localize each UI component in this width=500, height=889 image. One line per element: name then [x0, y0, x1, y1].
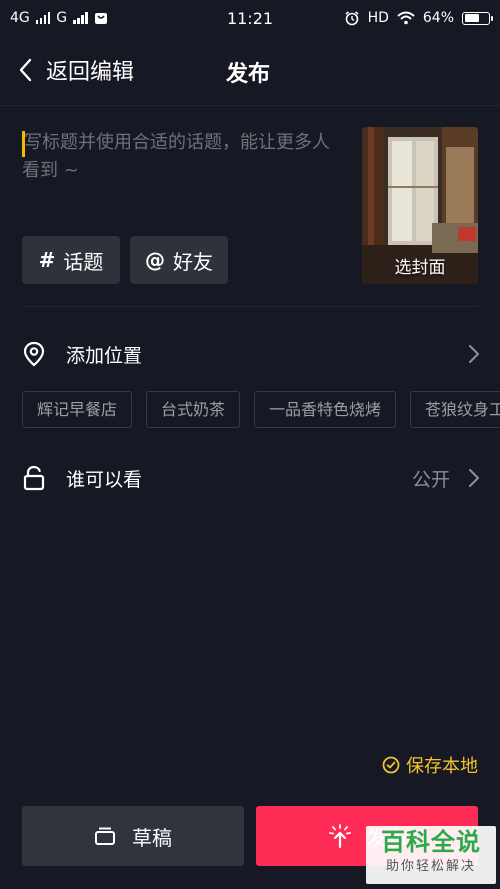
- battery-icon: [462, 11, 493, 25]
- save-local-toggle[interactable]: 保存本地: [382, 752, 478, 778]
- friend-label: 好友: [173, 249, 213, 274]
- topic-button[interactable]: # 话题: [22, 236, 120, 284]
- save-local-label: 保存本地: [406, 756, 478, 777]
- location-chip[interactable]: 苍狼纹身工作室: [410, 391, 500, 428]
- nav-bar: 返回编辑 发布: [0, 36, 500, 106]
- battery-percent: 64%: [422, 10, 454, 26]
- at-sign-icon: @: [145, 248, 165, 272]
- back-label: 返回编辑: [46, 60, 135, 85]
- row-right: [468, 344, 480, 364]
- divider: [22, 306, 478, 307]
- hashtag-icon: #: [38, 248, 56, 272]
- check-circle-icon: [382, 756, 400, 774]
- drafts-icon: [95, 827, 115, 845]
- location-suggestions: 辉记早餐店台式奶茶一品香特色烧烤苍狼纹身工作室: [22, 391, 500, 429]
- watermark-main-text: 百科全说: [381, 828, 481, 856]
- signal-bars-icon: [35, 12, 51, 24]
- watermark-logo: 百科全说 助你轻松解决: [366, 826, 496, 884]
- chevron-right-icon: [468, 468, 480, 488]
- cover-thumbnail[interactable]: 选封面: [362, 127, 478, 284]
- unlock-icon: [23, 465, 45, 491]
- visibility-label: 谁可以看: [66, 468, 143, 491]
- hd-indicator: HD: [367, 10, 389, 26]
- page-title: 发布: [226, 62, 271, 87]
- watermark-sub-text: 助你轻松解决: [385, 859, 476, 874]
- wifi-icon: [397, 11, 415, 25]
- publish-sparkle-icon: [329, 824, 351, 849]
- add-location-row[interactable]: 添加位置: [22, 334, 480, 374]
- chevron-right-icon: [468, 344, 480, 364]
- network-type-1: 4G: [10, 10, 30, 26]
- status-right-group: HD 64%: [344, 10, 493, 26]
- caption-input[interactable]: 写标题并使用合适的话题，能让更多人看到 ~: [22, 125, 342, 205]
- row-right: 公开: [412, 465, 480, 492]
- alarm-icon: [345, 11, 359, 26]
- signal-group: 4G G: [10, 10, 108, 26]
- draft-button[interactable]: 草稿: [22, 806, 244, 866]
- location-chip[interactable]: 台式奶茶: [146, 391, 241, 428]
- network-type-2: G: [56, 10, 68, 26]
- caption-placeholder: 写标题并使用合适的话题，能让更多人看到 ~: [22, 132, 330, 181]
- topic-label: 话题: [63, 249, 104, 274]
- chevron-left-icon: [19, 58, 32, 82]
- draft-label: 草稿: [132, 825, 172, 850]
- visibility-row[interactable]: 谁可以看 公开: [22, 458, 480, 498]
- mention-friend-button[interactable]: @ 好友: [130, 236, 228, 284]
- signal-bars-icon: [73, 12, 88, 24]
- location-pin-icon: [23, 341, 45, 367]
- status-bar: 4G G 11:21 HD 64%: [0, 0, 500, 36]
- location-chip[interactable]: 辉记早餐店: [22, 391, 133, 428]
- location-chip[interactable]: 一品香特色烧烤: [254, 391, 397, 428]
- notification-bag-icon: [94, 13, 107, 24]
- visibility-value: 公开: [411, 468, 450, 491]
- back-button[interactable]: 返回编辑: [18, 50, 134, 90]
- add-location-label: 添加位置: [66, 344, 143, 367]
- select-cover-label: 选封面: [394, 258, 446, 278]
